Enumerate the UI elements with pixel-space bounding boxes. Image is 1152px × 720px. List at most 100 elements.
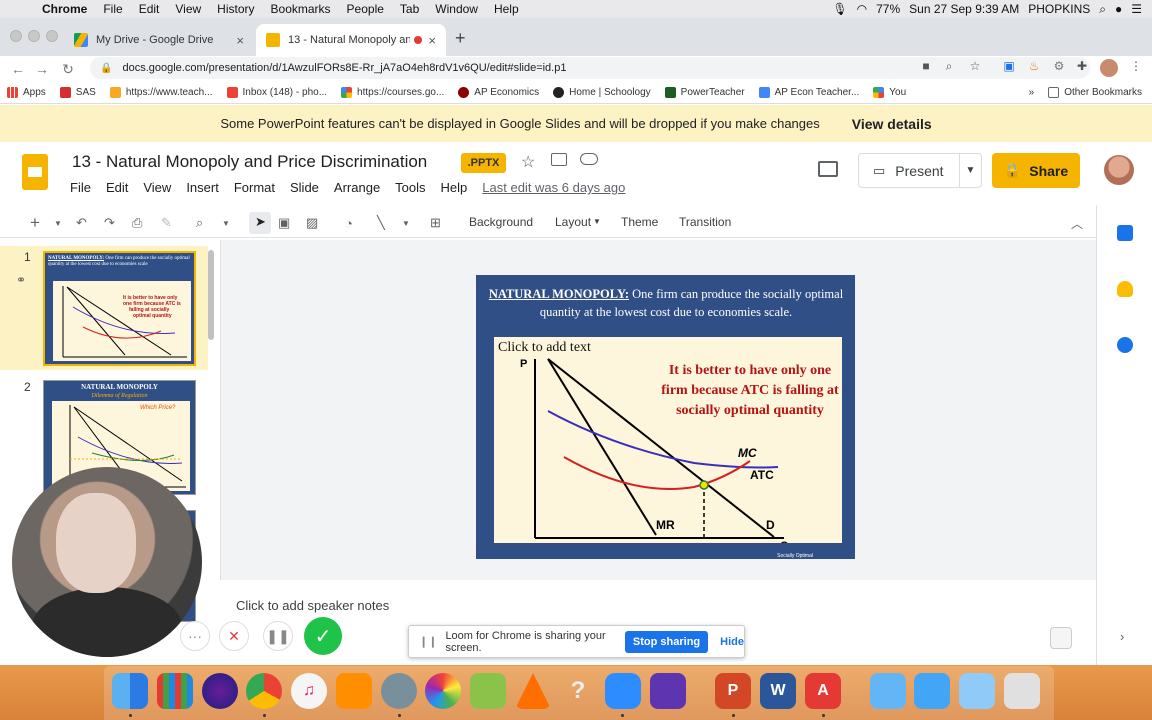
extension-fire-icon[interactable]: ♨ [1025,59,1043,77]
account-avatar[interactable] [1104,155,1134,185]
menu-file[interactable]: File [95,2,130,16]
chrome-icon[interactable] [246,673,282,709]
hide-button[interactable]: Hide [720,636,744,648]
back-arrow-icon[interactable]: ← [6,61,30,77]
books-icon[interactable] [336,673,372,709]
layout-button[interactable]: Layout [555,215,591,229]
window-zoom-button[interactable] [46,30,58,42]
trash-icon[interactable] [1004,673,1040,709]
notes-resize-handle[interactable] [220,580,1096,588]
text-box-icon[interactable]: ▣ [278,214,290,232]
new-slide-plus-icon[interactable]: + [30,213,40,232]
present-dropdown-chevron-icon[interactable]: ▼ [959,154,981,187]
collapse-chevron-icon[interactable]: ︿ [1071,215,1083,232]
loom-pause-icon[interactable]: ❚❚ [263,621,293,651]
keep-icon[interactable] [1117,281,1133,297]
doc-menu-help[interactable]: Help [441,180,468,195]
tab-google-drive[interactable]: My Drive - Google Drive × [64,24,254,56]
zoom-icon[interactable]: ⌕ [940,59,958,77]
microphone-icon[interactable]: 🎙 [832,2,847,16]
doc-menu-slide[interactable]: Slide [290,180,319,195]
zoom-dropdown-icon[interactable]: ▼ [222,214,230,232]
zoom-icon[interactable]: ⌕ [196,214,203,232]
downloads-folder-icon[interactable] [914,673,950,709]
siri-icon[interactable]: ● [1115,2,1122,16]
select-tool-button[interactable]: ➤ [249,212,271,234]
bookmark-powerteacher[interactable]: PowerTeacher [658,87,752,98]
loom-finish-check-icon[interactable]: ✓ [304,617,342,655]
menu-bookmarks[interactable]: Bookmarks [263,2,339,16]
filmstrip-scrollbar[interactable] [208,250,214,340]
close-icon[interactable]: × [236,33,244,48]
maps-icon[interactable] [470,673,506,709]
last-edit-link[interactable]: Last edit was 6 days ago [482,180,625,195]
bookmark-schoology[interactable]: Home | Schoology [546,87,658,98]
window-close-button[interactable] [10,30,22,42]
close-icon[interactable]: × [428,33,436,48]
menu-people[interactable]: People [339,2,392,16]
tasks-icon[interactable] [1117,337,1133,353]
slide-thumbnail-1[interactable]: NATURAL MONOPOLY: One firm can produce t… [43,251,196,366]
doc-menu-format[interactable]: Format [234,180,275,195]
move-folder-icon[interactable] [551,153,567,166]
bookmark-ap-econ-teacher[interactable]: AP Econ Teacher... [752,87,867,98]
bookmark-star-icon[interactable]: ☆ [966,59,984,77]
music-icon[interactable]: ♫ [291,673,327,709]
drag-handle-icon[interactable]: ❙❙ [419,635,437,648]
spotlight-icon[interactable]: ⌕ [1099,2,1106,17]
user-name[interactable]: PHOPKINS [1028,2,1090,16]
present-button[interactable]: ▭ Present ▼ [858,153,982,188]
explore-icon[interactable] [1050,627,1072,649]
line-dropdown-icon[interactable]: ▼ [402,214,410,232]
share-button[interactable]: 🔒 Share [992,153,1080,188]
launchpad-icon[interactable] [157,673,193,709]
menu-tab[interactable]: Tab [392,2,427,16]
battery-percent[interactable]: 77% [876,2,900,16]
doc-menu-arrange[interactable]: Arrange [334,180,380,195]
bookmark-inbox[interactable]: Inbox (148) - pho... [220,87,335,98]
menu-window[interactable]: Window [427,2,486,16]
powerpoint-icon[interactable]: P [715,673,751,709]
shape-icon[interactable]: ◔ [345,214,353,232]
redo-icon[interactable]: ↷ [104,214,115,232]
doc-menu-view[interactable]: View [143,180,171,195]
loom-more-icon[interactable]: ··· [180,621,210,651]
slide-heading[interactable]: NATURAL MONOPOLY: One firm can produce t… [480,285,852,321]
loom-webcam-bubble[interactable] [12,467,202,657]
undo-icon[interactable]: ↶ [76,214,87,232]
doc-menu-file[interactable]: File [70,180,91,195]
doc-menu-insert[interactable]: Insert [186,180,219,195]
paint-format-icon[interactable]: ✎ [161,214,172,232]
extension-gear-icon[interactable]: ⚙ [1050,59,1068,77]
wifi-icon[interactable]: ◠ [857,2,867,16]
doc-menu-tools[interactable]: Tools [395,180,425,195]
reload-icon[interactable]: ↻ [56,61,80,78]
tab-slides-presentation[interactable]: 13 - Natural Monopoly and × [256,24,446,56]
applications-folder-icon[interactable] [959,673,995,709]
bookmark-apps[interactable]: Apps [0,87,53,98]
word-icon[interactable]: W [760,673,796,709]
add-comment-icon[interactable]: ⊞ [430,214,441,232]
finder-icon[interactable] [112,673,148,709]
speaker-notes[interactable]: Click to add speaker notes [236,598,389,613]
star-icon[interactable]: ☆ [521,152,535,172]
bookmark-ap-economics[interactable]: AP Economics [451,87,546,98]
transition-button[interactable]: Transition [679,215,731,229]
screencast-icon[interactable] [650,673,686,709]
help-icon[interactable]: ? [560,673,596,709]
calendar-icon[interactable] [1117,225,1133,241]
image-icon[interactable]: ▨ [306,214,318,232]
slides-logo-icon[interactable] [22,154,48,190]
folder-icon[interactable] [870,673,906,709]
acrobat-icon[interactable]: A [805,673,841,709]
menu-view[interactable]: View [167,2,209,16]
bookmark-teach[interactable]: https://www.teach... [103,87,220,98]
siri-icon[interactable] [202,673,238,709]
callout-text[interactable]: It is better to have only one firm becau… [660,361,840,421]
document-title[interactable]: 13 - Natural Monopoly and Price Discrimi… [72,152,427,172]
zoom-app-icon[interactable] [605,673,641,709]
theme-button[interactable]: Theme [621,215,658,229]
stop-sharing-button[interactable]: Stop sharing [624,630,709,653]
more-menu-icon[interactable]: ⋮ [1127,59,1145,77]
current-slide[interactable]: NATURAL MONOPOLY: One firm can produce t… [476,275,855,559]
